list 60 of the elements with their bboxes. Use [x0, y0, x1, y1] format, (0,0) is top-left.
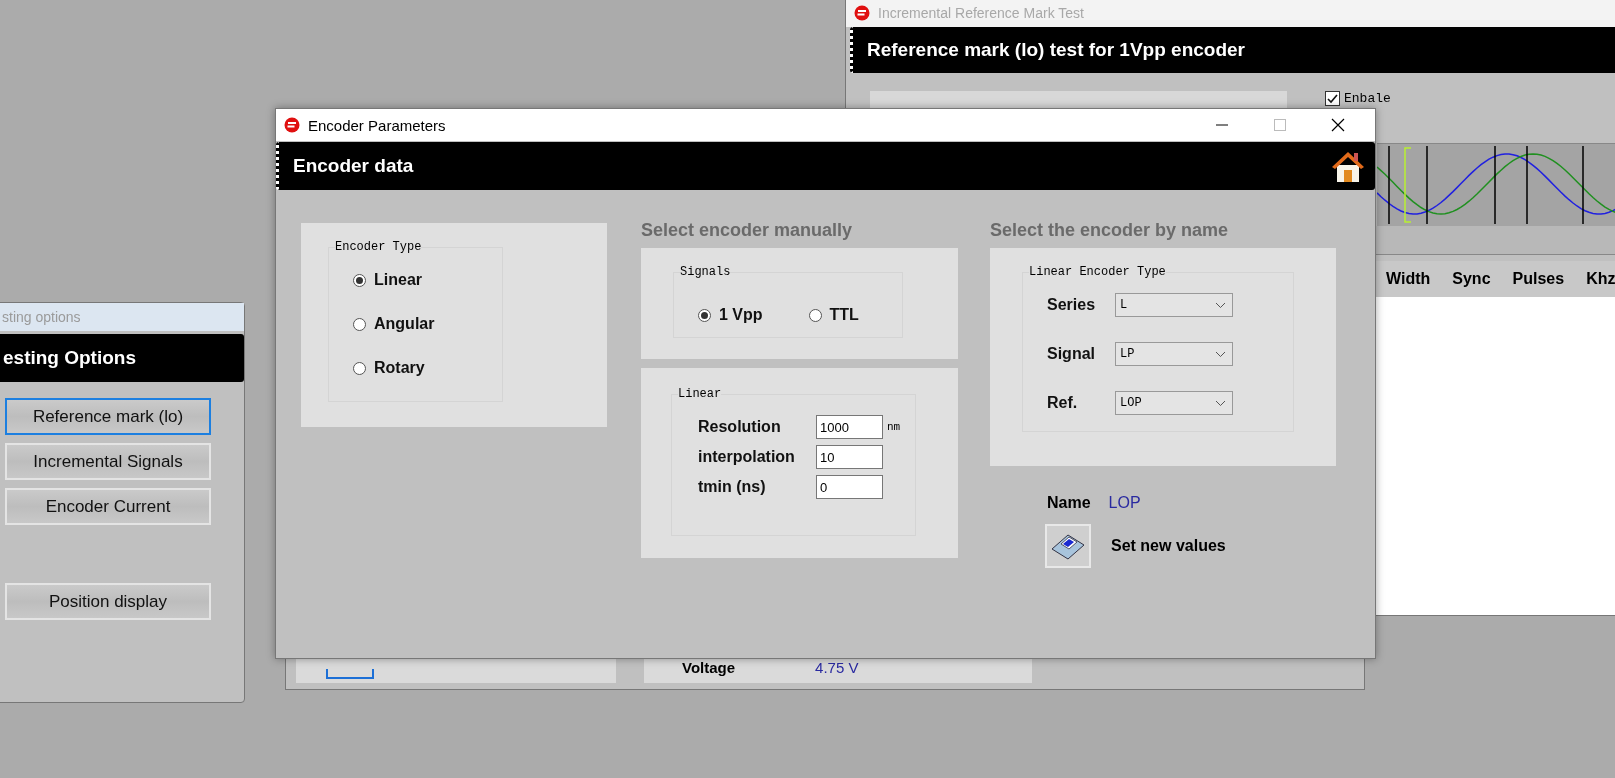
field-value: LOP: [1108, 494, 1141, 512]
field-label: Name: [1047, 494, 1091, 512]
header-title: Reference mark (lo) test for 1Vpp encoder: [867, 39, 1245, 61]
header-title: Encoder data: [293, 155, 414, 177]
dropdown[interactable]: LOP: [1115, 391, 1233, 415]
checkbox[interactable]: [1325, 91, 1340, 106]
radio-label[interactable]: 1 Vpp: [719, 306, 763, 324]
dropdown[interactable]: L: [1115, 293, 1233, 317]
column-header: Width: [1386, 270, 1431, 288]
input-field[interactable]: 0: [816, 475, 883, 499]
image-button[interactable]: [326, 669, 374, 679]
window-title: sting options: [2, 309, 81, 325]
minimize-icon: [1216, 124, 1228, 126]
column-header: Sync: [1452, 270, 1491, 288]
radio-label[interactable]: Angular: [374, 315, 435, 333]
section-title: Select encoder manually: [641, 220, 854, 242]
option-button[interactable]: Encoder Current: [5, 488, 211, 525]
button-label: Set new values: [1111, 537, 1226, 555]
dropdown[interactable]: LP: [1115, 342, 1233, 366]
radio-button[interactable]: [353, 361, 366, 375]
field-label: Series: [1047, 296, 1097, 314]
radio-button[interactable]: [808, 308, 822, 322]
field-value: 4.75 V: [815, 658, 859, 676]
maximize-icon: [1274, 119, 1286, 131]
option-button[interactable]: Reference mark (lo): [5, 398, 211, 435]
group-caption: Encoder Type: [335, 240, 422, 254]
radio-button[interactable]: [353, 317, 366, 331]
chevron-down-icon: [1215, 399, 1226, 407]
close-icon: [1331, 118, 1345, 132]
radio-label[interactable]: Rotary: [374, 359, 425, 377]
window-title: Encoder Parameters: [308, 116, 446, 134]
column-header: Pulses: [1512, 270, 1565, 288]
radio-label[interactable]: TTL: [829, 306, 859, 324]
group-caption: Signals: [680, 265, 731, 279]
unit-label: nm: [887, 421, 901, 433]
checkbox-label: Enbale: [1344, 91, 1391, 106]
window-title: Incremental Reference Mark Test: [878, 5, 1084, 21]
input-field[interactable]: 10: [816, 445, 883, 469]
field-label: Resolution: [698, 418, 782, 436]
column-header: Khz: [1586, 270, 1615, 288]
radio-label[interactable]: Linear: [374, 271, 422, 289]
radio-button[interactable]: [698, 308, 711, 322]
chevron-down-icon: [1215, 350, 1226, 358]
group-caption: Linear Encoder Type: [1029, 265, 1166, 279]
radio-button[interactable]: [353, 273, 366, 287]
option-button[interactable]: Incremental Signals: [5, 443, 211, 480]
save-button[interactable]: [1045, 524, 1091, 568]
section-title: Select the encoder by name: [990, 220, 1230, 242]
field-label: Signal: [1047, 345, 1096, 363]
field-label: Voltage: [682, 658, 736, 676]
field-label: Ref.: [1047, 394, 1079, 412]
field-label: interpolation: [698, 448, 796, 466]
logo-icon: [854, 5, 870, 21]
header-title: esting Options: [3, 347, 136, 369]
logo-icon: [284, 117, 300, 133]
home-icon[interactable]: [1331, 149, 1365, 183]
chevron-down-icon: [1215, 301, 1226, 309]
input-field[interactable]: 1000: [816, 415, 883, 439]
field-label: tmin (ns): [698, 478, 767, 496]
option-button[interactable]: Position display: [5, 583, 211, 620]
